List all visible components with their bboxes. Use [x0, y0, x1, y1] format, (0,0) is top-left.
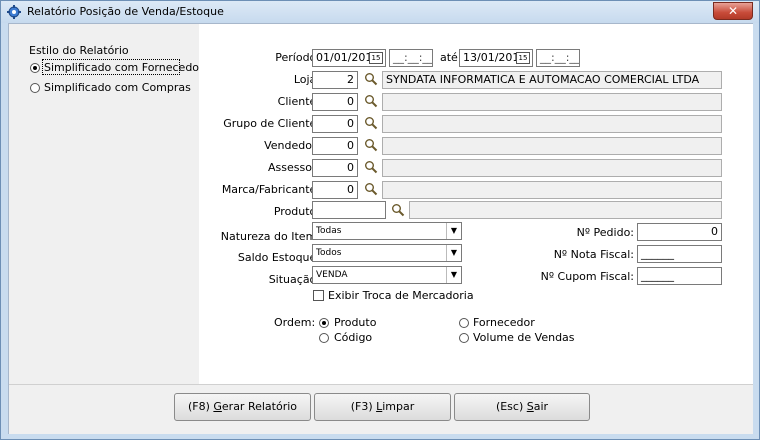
pedido-field[interactable]: 0 [637, 223, 722, 241]
title-bar[interactable]: Relatório Posição de Venda/Estoque ✕ [1, 1, 759, 23]
produto-code-field[interactable] [312, 201, 386, 219]
loja-search-icon[interactable] [364, 72, 378, 86]
marca-search-icon[interactable] [364, 182, 378, 196]
cliente-code-field[interactable]: 0 [312, 93, 358, 111]
gerar-rest: erar Relatório [221, 400, 298, 413]
saldo-label: Saldo Estoque: [237, 251, 320, 264]
vendedor-code-field[interactable]: 0 [312, 137, 358, 155]
nota-field[interactable]: ______ [637, 245, 722, 263]
sair-hotkey: S [526, 400, 534, 413]
ordem-codigo-label[interactable]: Código [334, 331, 372, 344]
radio-label-fornecedor[interactable]: Simplificado com Fornecedor [44, 61, 204, 74]
limpar-rest: impar [382, 400, 415, 413]
limpar-prefix: (F3) [350, 400, 377, 413]
produto-search-icon[interactable] [391, 203, 405, 217]
loja-name-field: SYNDATA INFORMATICA E AUTOMACAO COMERCIA… [382, 71, 722, 89]
produto-name-field [409, 201, 722, 219]
gerar-hotkey: G [213, 400, 222, 413]
situacao-value: VENDA [316, 270, 348, 280]
sair-prefix: (Esc) [495, 400, 527, 413]
periodo-start-field[interactable]: 01/01/2017 15 [312, 49, 386, 67]
sair-rest: air [533, 400, 549, 413]
assessor-code-field[interactable]: 0 [312, 159, 358, 177]
periodo-end-field[interactable]: 13/01/2017 15 [459, 49, 533, 67]
natureza-select[interactable]: Todas ▼ [312, 222, 462, 240]
cliente-search-icon[interactable] [364, 94, 378, 108]
report-window: Relatório Posição de Venda/Estoque ✕ Est… [0, 0, 760, 440]
chevron-down-icon[interactable]: ▼ [446, 223, 461, 239]
periodo-end-time[interactable]: __:__:__ [536, 49, 580, 67]
troca-checkbox[interactable] [313, 290, 324, 301]
vendedor-search-icon[interactable] [364, 138, 378, 152]
radio-ordem-volume[interactable] [459, 333, 469, 343]
marca-label: Marca/Fabricante: [221, 183, 320, 196]
vendedor-name-field [382, 137, 722, 155]
marca-code-field[interactable]: 0 [312, 181, 358, 199]
situacao-select[interactable]: VENDA ▼ [312, 266, 462, 284]
calendar-icon[interactable]: 15 [516, 52, 530, 64]
saldo-select[interactable]: Todos ▼ [312, 244, 462, 262]
calendar-icon[interactable]: 15 [369, 52, 383, 64]
ordem-volume-label[interactable]: Volume de Vendas [473, 331, 575, 344]
grupo-cliente-name-field [382, 115, 722, 133]
cupom-field[interactable]: ______ [637, 267, 722, 285]
gerar-relatorio-button[interactable]: (F8) Gerar Relatório [174, 393, 311, 421]
radio-ordem-codigo[interactable] [319, 333, 329, 343]
grupo-cliente-search-icon[interactable] [364, 116, 378, 130]
assessor-search-icon[interactable] [364, 160, 378, 174]
pedido-label: Nº Pedido: [576, 226, 634, 239]
cliente-name-field [382, 93, 722, 111]
close-icon: ✕ [727, 4, 739, 18]
radio-ordem-produto[interactable] [319, 318, 329, 328]
window-title: Relatório Posição de Venda/Estoque [27, 5, 224, 18]
natureza-label: Natureza do Item: [220, 230, 320, 243]
radio-label-compras[interactable]: Simplificado com Compras [44, 81, 191, 94]
gerar-prefix: (F8) [187, 400, 214, 413]
ordem-fornecedor-label[interactable]: Fornecedor [473, 316, 535, 329]
saldo-value: Todos [316, 248, 342, 258]
calendar-icon-label: 15 [371, 54, 381, 62]
periodo-start-time[interactable]: __:__:__ [389, 49, 433, 67]
sair-button[interactable]: (Esc) Sair [454, 393, 590, 421]
ordem-label: Ordem: [274, 316, 316, 329]
radio-simplificado-compras[interactable] [30, 83, 40, 93]
assessor-name-field [382, 159, 722, 177]
grupo-cliente-label: Grupo de Cliente: [223, 117, 320, 130]
ordem-produto-label[interactable]: Produto [334, 316, 376, 329]
estilo-panel: Estilo do Relatório Simplificado com For… [9, 24, 204, 384]
close-button[interactable]: ✕ [713, 2, 753, 20]
radio-ordem-fornecedor[interactable] [459, 318, 469, 328]
periodo-ate-label: até [440, 51, 458, 64]
troca-label[interactable]: Exibir Troca de Mercadoria [328, 289, 474, 302]
client-area: Estilo do Relatório Simplificado com For… [8, 23, 753, 434]
limpar-button[interactable]: (F3) Limpar [314, 393, 451, 421]
chevron-down-icon[interactable]: ▼ [446, 245, 461, 261]
loja-code-field[interactable]: 2 [312, 71, 358, 89]
grupo-cliente-code-field[interactable]: 0 [312, 115, 358, 133]
cupom-label: Nº Cupom Fiscal: [540, 270, 634, 283]
action-bar: (F8) Gerar Relatório (F3) Limpar (Esc) S… [9, 384, 753, 434]
chevron-down-icon[interactable]: ▼ [446, 267, 461, 283]
radio-simplificado-fornecedor[interactable] [30, 63, 40, 73]
natureza-value: Todas [316, 226, 342, 236]
filters-panel: Período: 01/01/2017 15 __:__:__ até 13/0… [199, 24, 753, 384]
nota-label: Nº Nota Fiscal: [553, 248, 634, 261]
calendar-icon-label: 15 [518, 54, 528, 62]
estilo-title: Estilo do Relatório [29, 44, 129, 57]
app-gear-icon [7, 5, 21, 19]
marca-name-field [382, 181, 722, 199]
